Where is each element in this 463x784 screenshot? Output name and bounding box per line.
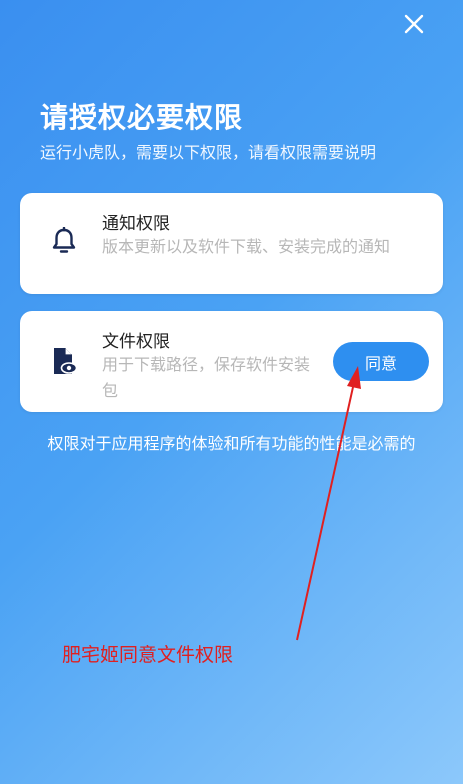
close-icon	[404, 14, 424, 34]
permission-description: 版本更新以及软件下载、安装完成的通知	[102, 237, 391, 256]
annotation-text: 肥宅姬同意文件权限	[62, 644, 234, 666]
page-title: 请授权必要权限	[40, 101, 244, 134]
permission-title: 文件权限	[102, 332, 170, 352]
bell-icon	[52, 227, 76, 253]
file-eye-icon	[54, 348, 77, 374]
page-subtitle: 运行小虎队，需要以下权限，请看权限需要说明	[40, 143, 377, 162]
agree-button[interactable]: 同意	[333, 342, 429, 381]
footer-note: 权限对于应用程序的体验和所有功能的性能是必需的	[47, 434, 416, 453]
permission-title: 通知权限	[102, 214, 170, 234]
permission-card-notification: 通知权限 版本更新以及软件下载、安装完成的通知	[20, 193, 443, 294]
permission-card-file: 文件权限 用于下载路径，保存软件安装包 同意	[20, 311, 443, 412]
permission-description: 用于下载路径，保存软件安装包	[102, 355, 311, 400]
close-button[interactable]	[400, 10, 428, 38]
